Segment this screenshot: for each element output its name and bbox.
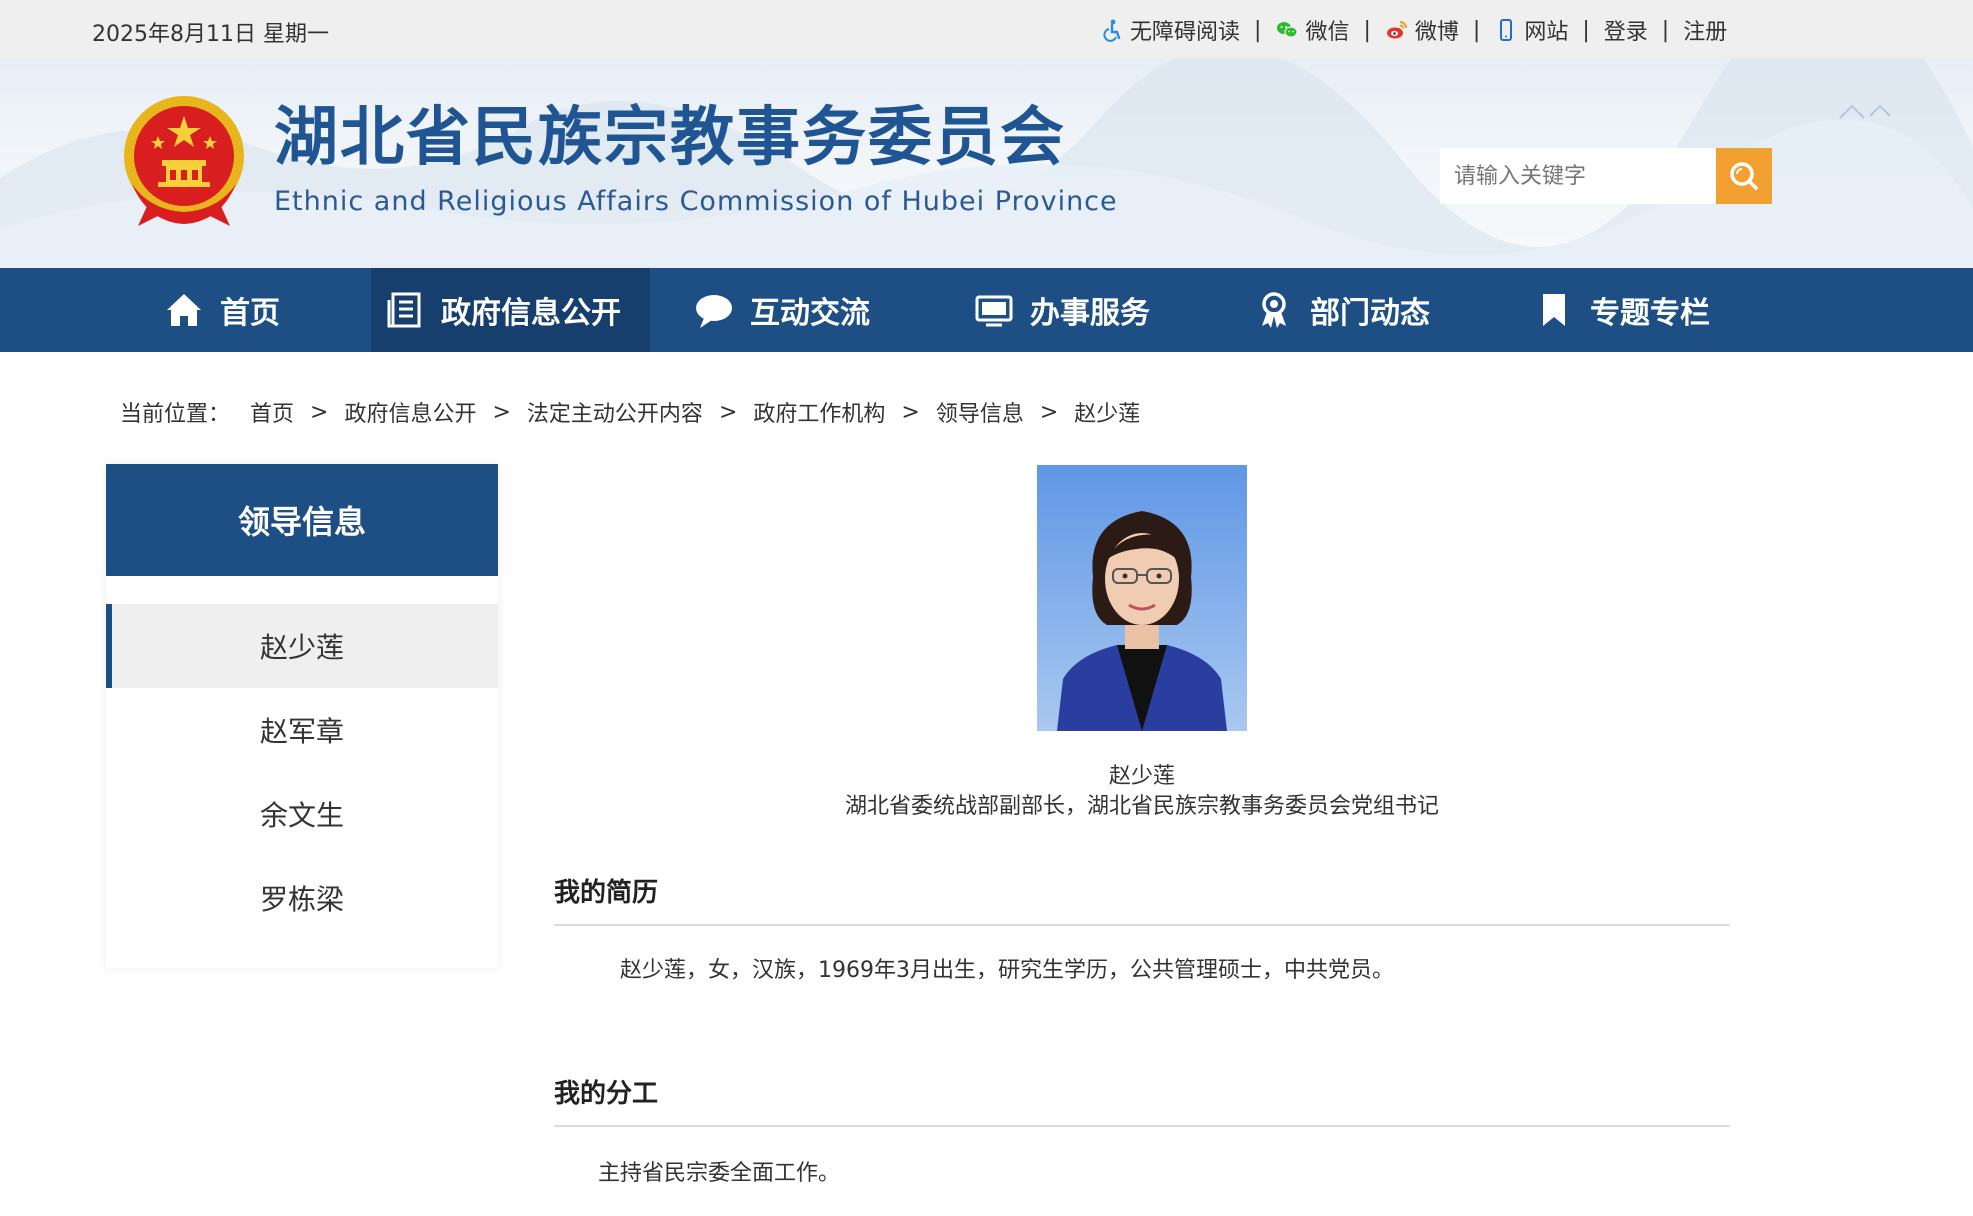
chat-bubble-icon <box>696 295 732 328</box>
site-subtitle: Ethnic and Religious Affairs Commission … <box>274 186 1118 217</box>
breadcrumb-separator: > <box>901 399 920 425</box>
breadcrumb-separator: > <box>1039 399 1059 425</box>
wechat-icon <box>1277 22 1299 38</box>
leader-position: 湖北省委统战部副部长，湖北省民族宗教事务委员会党组书记 <box>844 794 1439 819</box>
register-link[interactable]: 注册 <box>1683 14 1727 46</box>
divider: | <box>1363 17 1371 43</box>
nav-gov-info-label: 政府信息公开 <box>441 296 621 331</box>
leader-name: 赵少莲 <box>1108 764 1175 789</box>
nav-services-label: 办事服务 <box>1030 296 1150 331</box>
sidebar-item-yu-wensheng[interactable]: 余文生 <box>106 772 498 856</box>
search-button[interactable] <box>1716 148 1772 204</box>
divider: | <box>1661 17 1670 43</box>
nav-gov-info[interactable]: 政府信息公开 <box>371 268 650 352</box>
breadcrumb-item[interactable]: 法定主动公开内容 <box>527 396 703 428</box>
search-box <box>1440 148 1772 204</box>
weibo-link[interactable]: 微博 <box>1385 14 1459 46</box>
nav-dept-news-label: 部门动态 <box>1310 296 1430 331</box>
duty-section-title: 我的分工 <box>554 1079 659 1109</box>
wechat-label: 微信 <box>1305 20 1350 45</box>
bio-section-title: 我的简历 <box>554 878 659 908</box>
breadcrumb-item[interactable]: 首页 <box>250 396 294 428</box>
breadcrumb-item[interactable]: 赵少莲 <box>1074 396 1140 428</box>
top-links: 无障碍阅读 | 微信 | 微博 | 网站 | 登录 | 注册 <box>1100 14 1727 46</box>
accessibility-icon <box>1103 19 1121 42</box>
monitor-icon <box>975 295 1013 327</box>
bookmark-icon <box>1543 294 1565 326</box>
home-icon <box>167 294 201 326</box>
divider: | <box>1472 17 1481 43</box>
nav-special-topics-label: 专题专栏 <box>1590 296 1710 331</box>
main-nav: 首页 政府信息公开 互动交流 办事服务 部门动态 专题专栏 <box>0 268 1973 352</box>
breadcrumb-separator: > <box>492 399 511 425</box>
header-banner: 湖北省民族宗教事务委员会 Ethnic and Religious Affair… <box>0 58 1973 268</box>
breadcrumb: 当前位置： 首页 > 政府信息公开 > 法定主动公开内容 > 政府工作机构 > … <box>120 396 1140 428</box>
search-icon <box>1730 162 1758 190</box>
breadcrumb-separator: > <box>310 399 329 425</box>
divider: | <box>1254 17 1262 43</box>
sidebar-item-zhao-shaolian[interactable]: 赵少莲 <box>106 604 498 688</box>
breadcrumb-item[interactable]: 政府信息公开 <box>344 396 476 428</box>
wechat-link[interactable]: 微信 <box>1275 14 1349 46</box>
sidebar-item-luo-dongliang[interactable]: 罗栋梁 <box>106 856 498 940</box>
award-icon <box>1262 292 1286 328</box>
nav-home[interactable]: 首页 <box>164 268 280 352</box>
breadcrumb-item[interactable]: 领导信息 <box>936 396 1024 428</box>
top-bar: 2025年8月11日 星期一 无障碍阅读 | 微信 | 微博 | 网站 | 登录… <box>0 0 1973 58</box>
mobile-icon <box>1500 19 1513 41</box>
nav-home-label: 首页 <box>220 296 280 331</box>
mobile-site-label: 网站 <box>1524 20 1569 45</box>
site-title: 湖北省民族宗教事务委员会 <box>274 100 1066 175</box>
accessibility-label: 无障碍阅读 <box>1130 20 1241 45</box>
document-icon <box>387 292 421 328</box>
nav-services[interactable]: 办事服务 <box>974 268 1150 352</box>
sidebar-list: 赵少莲 赵军章 余文生 罗栋梁 <box>106 604 498 940</box>
login-link[interactable]: 登录 <box>1604 14 1648 46</box>
weibo-label: 微博 <box>1414 20 1459 45</box>
mobile-site-link[interactable]: 网站 <box>1494 14 1568 46</box>
current-date: 2025年8月11日 星期一 <box>92 22 329 47</box>
bio-text: 赵少莲，女，汉族，1969年3月出生，研究生学历，公共管理硕士，中共党员。 <box>620 958 1394 983</box>
search-input[interactable] <box>1440 148 1716 204</box>
portrait-image <box>1037 465 1247 731</box>
leader-sidebar: 领导信息 赵少莲 赵军章 余文生 罗栋梁 <box>106 464 498 968</box>
sidebar-title: 领导信息 <box>106 464 498 576</box>
section-divider <box>554 924 1730 926</box>
nav-dept-news[interactable]: 部门动态 <box>1254 268 1430 352</box>
sidebar-item-zhao-junzhang[interactable]: 赵军章 <box>106 688 498 772</box>
breadcrumb-item[interactable]: 政府工作机构 <box>753 396 885 428</box>
nav-interaction[interactable]: 互动交流 <box>694 268 870 352</box>
national-emblem-icon <box>124 96 244 226</box>
breadcrumb-separator: > <box>718 399 738 425</box>
breadcrumb-prefix: 当前位置： <box>120 402 231 427</box>
accessibility-link[interactable]: 无障碍阅读 <box>1100 14 1240 46</box>
weibo-icon <box>1386 21 1407 39</box>
divider: | <box>1582 17 1590 43</box>
nav-special-topics[interactable]: 专题专栏 <box>1534 268 1710 352</box>
nav-interaction-label: 互动交流 <box>750 296 870 331</box>
duty-text: 主持省民宗委全面工作。 <box>598 1161 841 1186</box>
leader-portrait <box>1037 465 1247 731</box>
section-divider <box>554 1125 1730 1127</box>
